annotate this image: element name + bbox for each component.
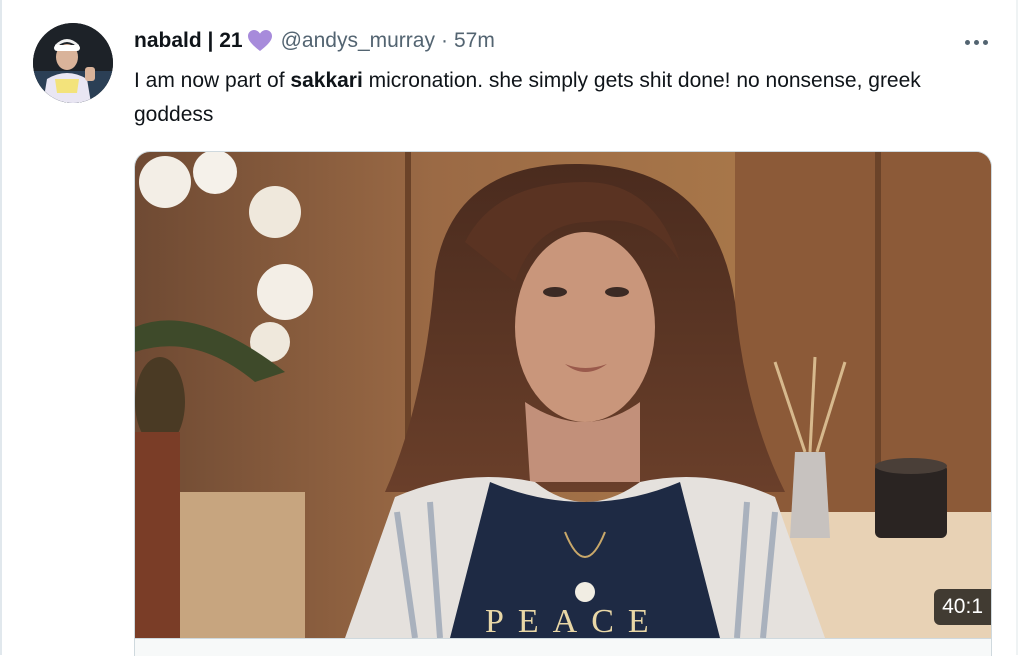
tweet-text: I am now part of sakkari micronation. sh…	[134, 64, 954, 132]
media-footer-bar	[135, 638, 991, 656]
more-dot	[973, 39, 979, 45]
avatar-image	[33, 23, 113, 103]
tweet-text-bold: sakkari	[290, 69, 363, 92]
avatar[interactable]	[33, 23, 113, 103]
more-dot	[964, 39, 970, 45]
video-duration-badge: 40:1	[934, 589, 991, 625]
purple-heart-icon	[247, 30, 272, 51]
tweet-card[interactable]: nabald | 21 @andys_murray · 57m I am now…	[0, 0, 1016, 656]
svg-text:PEACE: PEACE	[485, 603, 663, 638]
display-name[interactable]: nabald | 21	[134, 29, 243, 53]
more-dot	[982, 39, 988, 45]
tweet-text-start: I am now part of	[134, 69, 291, 92]
user-handle[interactable]: @andys_murray	[281, 29, 435, 53]
video-media[interactable]: PEACE 40:1	[134, 151, 992, 656]
tweet-header: nabald | 21 @andys_murray · 57m	[134, 27, 495, 55]
timestamp[interactable]: 57m	[454, 29, 495, 53]
separator-dot: ·	[440, 29, 448, 52]
video-thumbnail: PEACE	[135, 152, 991, 638]
right-border	[1016, 0, 1018, 655]
more-options-icon[interactable]	[955, 28, 997, 56]
